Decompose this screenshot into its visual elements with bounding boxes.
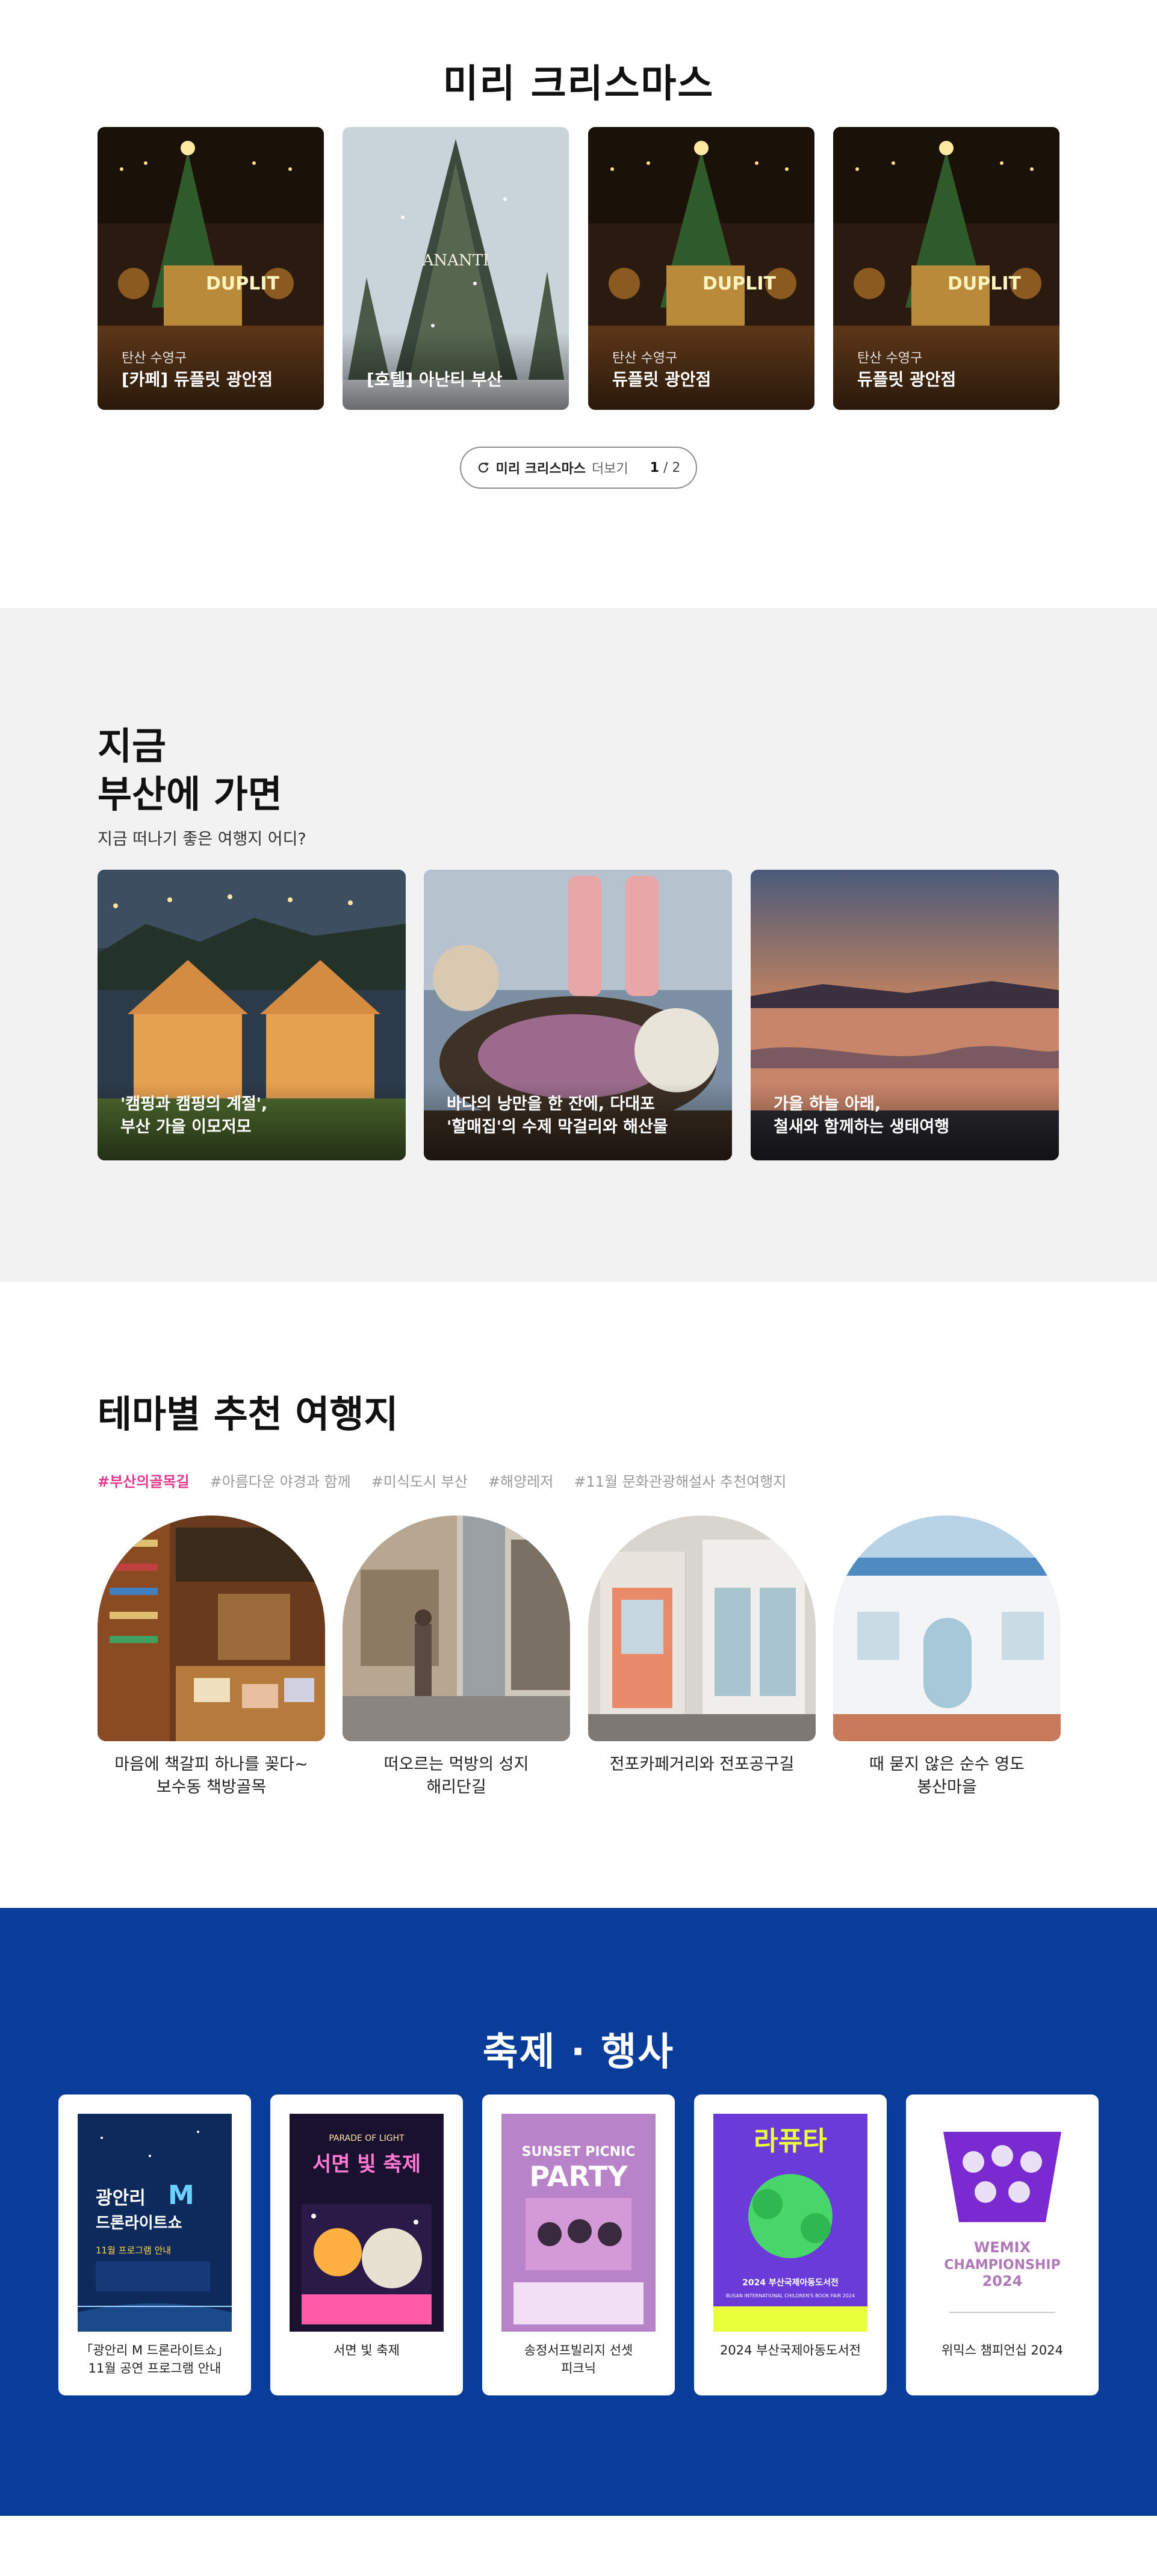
christmas-section: 미리 크리스마스 DUPLIT 탄산 수영구 [카페] 듀플릿 광안점 ANAN…	[0, 0, 1157, 608]
book-fair-poster: 라퓨타 2024 부산국제아동도서전 BUSAN INTERNATIONAL C…	[713, 2114, 867, 2332]
christmas-card-duplit-cafe[interactable]: DUPLIT 탄산 수영구 [카페] 듀플릿 광안점	[98, 127, 324, 410]
page-current: 1	[650, 460, 659, 475]
festival-card-caption: 서면 빛 축제	[333, 2343, 400, 2358]
sunset-poster-l1: SUNSET PICNIC	[522, 2144, 636, 2160]
book-poster-l1: 라퓨타	[754, 2126, 827, 2156]
theme-card-caption: 떠오르는 먹방의 성지 해리단길	[383, 1755, 529, 1797]
theme-card-haeridan[interactable]: 떠오르는 먹방의 성지 해리단길	[343, 1516, 570, 1816]
light-poster-l1: PARADE OF LIGHT	[329, 2134, 405, 2143]
festival-card-book-fair[interactable]: 라퓨타 2024 부산국제아동도서전 BUSAN INTERNATIONAL C…	[694, 2095, 887, 2395]
theme-tags: #부산의골목길 #아름다운 야경과 함께 #미식도시 부산 #해양레저 #11월…	[98, 1470, 786, 1491]
more-button-suffix: 더보기	[591, 462, 628, 477]
pagination: 1 / 2	[650, 460, 681, 475]
now-card-caption: '캠핑과 캠핑의 계절', 부산 가을 이모저모	[120, 1095, 268, 1136]
drone-poster-l3: 드론라이트쇼	[96, 2214, 182, 2232]
tag-marine-leisure[interactable]: #해양레저	[488, 1470, 553, 1491]
now-title-line1: 지금	[98, 724, 167, 768]
christmas-card-duplit-3[interactable]: DUPLIT 탄산 수영구 듀플릿 광안점	[833, 127, 1059, 410]
now-card-makgeolli[interactable]: 바다의 낭만을 한 잔에, 다대포 '할매집'의 수제 막걸리와 해산물	[424, 870, 732, 1160]
theme-card-jeonpo[interactable]: 전포카페거리와 전포공구길	[588, 1516, 816, 1816]
haeridan-photo	[343, 1516, 570, 1741]
festival-card-wemix[interactable]: WEMIX CHAMPIONSHIP 2024 위믹스 챔피언십 2024	[906, 2095, 1099, 2395]
tag-alley[interactable]: #부산의골목길	[98, 1470, 190, 1491]
festival-card-seomyeon-light[interactable]: PARADE OF LIGHT 서면 빛 축제 서면 빛 축제	[270, 2095, 463, 2395]
now-subtitle: 지금 떠나기 좋은 여행지 어디?	[98, 830, 306, 849]
more-button-label: 미리 크리스마스	[495, 462, 586, 477]
card-location: 탄산 수영구	[857, 351, 923, 366]
wemix-poster-l2: CHAMPIONSHIP	[944, 2258, 1060, 2273]
drone-poster-l4: 11월 프로그램 안내	[96, 2245, 171, 2256]
theme-card-bookstore[interactable]: 마음에 책갈피 하나를 꽂다~ 보수동 책방골목	[98, 1516, 325, 1816]
bongsan-photo	[833, 1516, 1061, 1741]
drone-show-poster: 광안리 M 드론라이트쇼 11월 프로그램 안내	[78, 2114, 232, 2332]
festival-card-caption: 송정서프빌리지 선셋 피크닉	[524, 2343, 633, 2376]
theme-card-caption: 마음에 책갈피 하나를 꽂다~ 보수동 책방골목	[114, 1755, 308, 1797]
christmas-title: 미리 크리스마스	[442, 62, 715, 107]
festival-card-caption: 2024 부산국제아동도서전	[720, 2343, 861, 2358]
now-card-caption: 바다의 낭만을 한 잔에, 다대포 '할매집'의 수제 막걸리와 해산물	[447, 1095, 668, 1136]
ananti-logo-text: ANANTI	[422, 252, 489, 270]
book-poster-l3: BUSAN INTERNATIONAL CHILDREN'S BOOK FAIR…	[726, 2293, 855, 2299]
now-card-camping[interactable]: '캠핑과 캠핑의 계절', 부산 가을 이모저모	[98, 870, 406, 1160]
sunset-poster-l2: PARTY	[529, 2160, 628, 2193]
festival-card-sunset-picnic[interactable]: SUNSET PICNIC PARTY 송정서프빌리지 선셋 피크닉	[482, 2095, 675, 2395]
festival-card-drone-show[interactable]: 광안리 M 드론라이트쇼 11월 프로그램 안내 「광안리 M 드론라이트쇼」 …	[58, 2095, 251, 2395]
card-location: 탄산 수영구	[122, 351, 187, 366]
now-card-caption: 가을 하늘 아래, 철새와 함께하는 생태여행	[774, 1095, 950, 1136]
page-total: / 2	[663, 460, 681, 475]
wemix-poster: WEMIX CHAMPIONSHIP 2024	[925, 2114, 1079, 2332]
festival-title: 축제 · 행사	[482, 2030, 675, 2075]
theme-card-bongsan[interactable]: 때 묻지 않은 순수 영도 봉산마을	[833, 1516, 1061, 1816]
christmas-card-ananti[interactable]: ANANTI [호텔] 아난티 부산	[343, 127, 569, 410]
theme-card-caption: 때 묻지 않은 순수 영도 봉산마을	[869, 1755, 1025, 1797]
christmas-card-duplit-2[interactable]: DUPLIT 탄산 수영구 듀플릿 광안점	[588, 127, 814, 410]
card-caption: [호텔] 아난티 부산	[367, 370, 503, 389]
theme-card-caption: 전포카페거리와 전포공구길	[609, 1755, 795, 1774]
drone-poster-l2: M	[168, 2180, 194, 2211]
theme-title: 테마별 추천 여행지	[98, 1392, 399, 1436]
festival-card-caption: 「광안리 M 드론라이트쇼」 11월 공연 프로그램 안내	[80, 2343, 229, 2376]
duplit-logo-text: DUPLIT	[948, 273, 1022, 294]
seomyeon-light-poster: PARADE OF LIGHT 서면 빛 축제	[290, 2114, 444, 2332]
christmas-more-button[interactable]: 미리 크리스마스 더보기 1 / 2	[460, 447, 697, 489]
festival-card-caption: 위믹스 챔피언십 2024	[941, 2343, 1064, 2358]
tag-gourmet[interactable]: #미식도시 부산	[371, 1470, 468, 1491]
now-busan-section: 지금 부산에 가면 지금 떠나기 좋은 여행지 어디? '캠핑과 캠핑의 계절'…	[0, 608, 1157, 1282]
tag-november-guide[interactable]: #11월 문화관광해설사 추천여행지	[574, 1470, 786, 1491]
duplit-logo-text: DUPLIT	[206, 273, 280, 294]
wemix-poster-l3: 2024	[982, 2273, 1023, 2290]
now-card-ecotour[interactable]: 가을 하늘 아래, 철새와 함께하는 생태여행	[751, 870, 1059, 1160]
page-bottom-space	[0, 2516, 1157, 2576]
bookstore-photo	[98, 1516, 325, 1741]
drone-poster-l1: 광안리	[96, 2188, 146, 2209]
book-poster-l2: 2024 부산국제아동도서전	[742, 2277, 839, 2288]
wemix-poster-l1: WEMIX	[974, 2239, 1031, 2256]
sunset-picnic-poster: SUNSET PICNIC PARTY	[501, 2114, 656, 2332]
card-caption: 듀플릿 광안점	[612, 370, 712, 389]
card-caption: [카페] 듀플릿 광안점	[122, 370, 273, 389]
card-location: 탄산 수영구	[612, 351, 678, 366]
festival-section: 축제 · 행사 광안리 M 드론라이트쇼 11월 프로그램 안내 「광안리 M …	[0, 1908, 1157, 2516]
card-caption: 듀플릿 광안점	[857, 370, 957, 389]
jeonpo-photo	[588, 1516, 816, 1741]
tag-night-view[interactable]: #아름다운 야경과 함께	[210, 1470, 351, 1491]
duplit-logo-text: DUPLIT	[703, 273, 777, 294]
light-poster-l2: 서면 빛 축제	[312, 2152, 421, 2176]
refresh-icon	[478, 462, 489, 473]
now-title-line2: 부산에 가면	[98, 772, 282, 816]
theme-section: 테마별 추천 여행지 #부산의골목길 #아름다운 야경과 함께 #미식도시 부산…	[0, 1282, 1157, 1908]
